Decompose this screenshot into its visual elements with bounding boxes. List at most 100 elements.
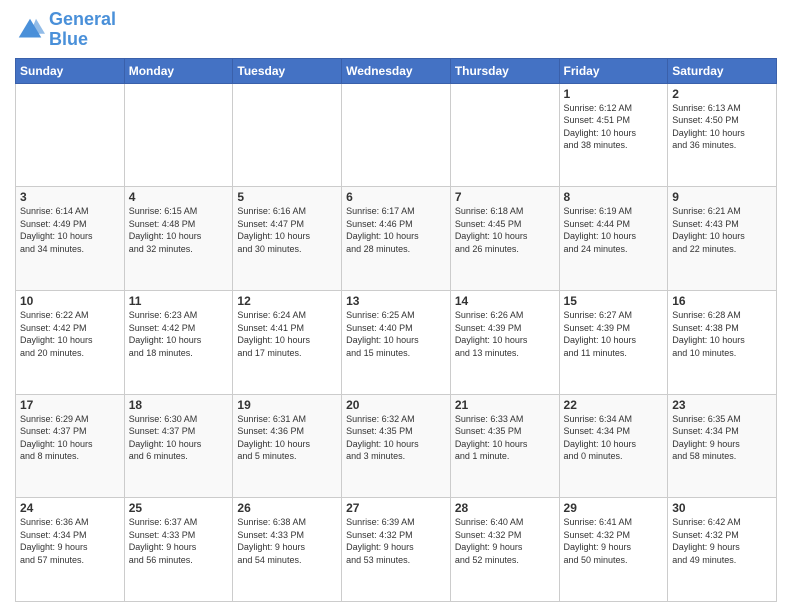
calendar-cell (124, 83, 233, 187)
day-number: 15 (564, 294, 664, 308)
day-number: 22 (564, 398, 664, 412)
day-number: 5 (237, 190, 337, 204)
day-info: Sunrise: 6:38 AM Sunset: 4:33 PM Dayligh… (237, 516, 337, 566)
calendar-cell: 14Sunrise: 6:26 AM Sunset: 4:39 PM Dayli… (450, 290, 559, 394)
day-number: 23 (672, 398, 772, 412)
day-number: 11 (129, 294, 229, 308)
day-number: 27 (346, 501, 446, 515)
day-info: Sunrise: 6:30 AM Sunset: 4:37 PM Dayligh… (129, 413, 229, 463)
day-number: 6 (346, 190, 446, 204)
calendar-cell: 1Sunrise: 6:12 AM Sunset: 4:51 PM Daylig… (559, 83, 668, 187)
day-info: Sunrise: 6:42 AM Sunset: 4:32 PM Dayligh… (672, 516, 772, 566)
page: General Blue SundayMondayTuesdayWednesda… (0, 0, 792, 612)
calendar-cell: 7Sunrise: 6:18 AM Sunset: 4:45 PM Daylig… (450, 187, 559, 291)
calendar-cell: 22Sunrise: 6:34 AM Sunset: 4:34 PM Dayli… (559, 394, 668, 498)
day-info: Sunrise: 6:26 AM Sunset: 4:39 PM Dayligh… (455, 309, 555, 359)
day-info: Sunrise: 6:21 AM Sunset: 4:43 PM Dayligh… (672, 205, 772, 255)
calendar-cell: 27Sunrise: 6:39 AM Sunset: 4:32 PM Dayli… (342, 498, 451, 602)
weekday-header-thursday: Thursday (450, 58, 559, 83)
header: General Blue (15, 10, 777, 50)
day-info: Sunrise: 6:17 AM Sunset: 4:46 PM Dayligh… (346, 205, 446, 255)
day-number: 24 (20, 501, 120, 515)
day-number: 20 (346, 398, 446, 412)
day-info: Sunrise: 6:18 AM Sunset: 4:45 PM Dayligh… (455, 205, 555, 255)
day-info: Sunrise: 6:34 AM Sunset: 4:34 PM Dayligh… (564, 413, 664, 463)
day-info: Sunrise: 6:12 AM Sunset: 4:51 PM Dayligh… (564, 102, 664, 152)
day-number: 18 (129, 398, 229, 412)
day-number: 8 (564, 190, 664, 204)
weekday-header-tuesday: Tuesday (233, 58, 342, 83)
calendar-cell: 29Sunrise: 6:41 AM Sunset: 4:32 PM Dayli… (559, 498, 668, 602)
calendar-cell: 15Sunrise: 6:27 AM Sunset: 4:39 PM Dayli… (559, 290, 668, 394)
day-number: 17 (20, 398, 120, 412)
calendar-week-5: 24Sunrise: 6:36 AM Sunset: 4:34 PM Dayli… (16, 498, 777, 602)
calendar-week-2: 3Sunrise: 6:14 AM Sunset: 4:49 PM Daylig… (16, 187, 777, 291)
day-info: Sunrise: 6:40 AM Sunset: 4:32 PM Dayligh… (455, 516, 555, 566)
calendar-cell (16, 83, 125, 187)
day-info: Sunrise: 6:39 AM Sunset: 4:32 PM Dayligh… (346, 516, 446, 566)
day-number: 1 (564, 87, 664, 101)
calendar-header-row: SundayMondayTuesdayWednesdayThursdayFrid… (16, 58, 777, 83)
day-number: 30 (672, 501, 772, 515)
calendar-cell: 11Sunrise: 6:23 AM Sunset: 4:42 PM Dayli… (124, 290, 233, 394)
weekday-header-sunday: Sunday (16, 58, 125, 83)
day-number: 3 (20, 190, 120, 204)
day-info: Sunrise: 6:31 AM Sunset: 4:36 PM Dayligh… (237, 413, 337, 463)
day-info: Sunrise: 6:25 AM Sunset: 4:40 PM Dayligh… (346, 309, 446, 359)
calendar-week-4: 17Sunrise: 6:29 AM Sunset: 4:37 PM Dayli… (16, 394, 777, 498)
calendar-cell: 8Sunrise: 6:19 AM Sunset: 4:44 PM Daylig… (559, 187, 668, 291)
day-info: Sunrise: 6:23 AM Sunset: 4:42 PM Dayligh… (129, 309, 229, 359)
day-number: 21 (455, 398, 555, 412)
day-number: 16 (672, 294, 772, 308)
calendar-cell: 20Sunrise: 6:32 AM Sunset: 4:35 PM Dayli… (342, 394, 451, 498)
day-info: Sunrise: 6:24 AM Sunset: 4:41 PM Dayligh… (237, 309, 337, 359)
day-info: Sunrise: 6:14 AM Sunset: 4:49 PM Dayligh… (20, 205, 120, 255)
calendar-cell: 2Sunrise: 6:13 AM Sunset: 4:50 PM Daylig… (668, 83, 777, 187)
day-info: Sunrise: 6:27 AM Sunset: 4:39 PM Dayligh… (564, 309, 664, 359)
weekday-header-saturday: Saturday (668, 58, 777, 83)
day-info: Sunrise: 6:22 AM Sunset: 4:42 PM Dayligh… (20, 309, 120, 359)
calendar-cell: 26Sunrise: 6:38 AM Sunset: 4:33 PM Dayli… (233, 498, 342, 602)
day-info: Sunrise: 6:35 AM Sunset: 4:34 PM Dayligh… (672, 413, 772, 463)
calendar-week-1: 1Sunrise: 6:12 AM Sunset: 4:51 PM Daylig… (16, 83, 777, 187)
day-number: 7 (455, 190, 555, 204)
calendar-cell (342, 83, 451, 187)
calendar-cell: 30Sunrise: 6:42 AM Sunset: 4:32 PM Dayli… (668, 498, 777, 602)
calendar-cell: 21Sunrise: 6:33 AM Sunset: 4:35 PM Dayli… (450, 394, 559, 498)
calendar-cell: 17Sunrise: 6:29 AM Sunset: 4:37 PM Dayli… (16, 394, 125, 498)
logo-text: General Blue (49, 10, 116, 50)
day-number: 12 (237, 294, 337, 308)
calendar-cell: 28Sunrise: 6:40 AM Sunset: 4:32 PM Dayli… (450, 498, 559, 602)
day-number: 4 (129, 190, 229, 204)
calendar-cell: 9Sunrise: 6:21 AM Sunset: 4:43 PM Daylig… (668, 187, 777, 291)
calendar-cell: 5Sunrise: 6:16 AM Sunset: 4:47 PM Daylig… (233, 187, 342, 291)
calendar-cell: 19Sunrise: 6:31 AM Sunset: 4:36 PM Dayli… (233, 394, 342, 498)
day-info: Sunrise: 6:28 AM Sunset: 4:38 PM Dayligh… (672, 309, 772, 359)
day-number: 19 (237, 398, 337, 412)
calendar-cell: 4Sunrise: 6:15 AM Sunset: 4:48 PM Daylig… (124, 187, 233, 291)
day-info: Sunrise: 6:33 AM Sunset: 4:35 PM Dayligh… (455, 413, 555, 463)
day-info: Sunrise: 6:32 AM Sunset: 4:35 PM Dayligh… (346, 413, 446, 463)
day-number: 9 (672, 190, 772, 204)
day-info: Sunrise: 6:19 AM Sunset: 4:44 PM Dayligh… (564, 205, 664, 255)
day-info: Sunrise: 6:13 AM Sunset: 4:50 PM Dayligh… (672, 102, 772, 152)
calendar-cell: 25Sunrise: 6:37 AM Sunset: 4:33 PM Dayli… (124, 498, 233, 602)
calendar-cell (233, 83, 342, 187)
day-info: Sunrise: 6:29 AM Sunset: 4:37 PM Dayligh… (20, 413, 120, 463)
day-number: 13 (346, 294, 446, 308)
day-info: Sunrise: 6:36 AM Sunset: 4:34 PM Dayligh… (20, 516, 120, 566)
day-number: 14 (455, 294, 555, 308)
logo: General Blue (15, 10, 116, 50)
weekday-header-friday: Friday (559, 58, 668, 83)
calendar-week-3: 10Sunrise: 6:22 AM Sunset: 4:42 PM Dayli… (16, 290, 777, 394)
calendar-cell (450, 83, 559, 187)
day-number: 10 (20, 294, 120, 308)
calendar-table: SundayMondayTuesdayWednesdayThursdayFrid… (15, 58, 777, 602)
logo-icon (15, 15, 45, 45)
day-info: Sunrise: 6:41 AM Sunset: 4:32 PM Dayligh… (564, 516, 664, 566)
weekday-header-wednesday: Wednesday (342, 58, 451, 83)
calendar-cell: 16Sunrise: 6:28 AM Sunset: 4:38 PM Dayli… (668, 290, 777, 394)
calendar-cell: 18Sunrise: 6:30 AM Sunset: 4:37 PM Dayli… (124, 394, 233, 498)
day-number: 2 (672, 87, 772, 101)
calendar-cell: 3Sunrise: 6:14 AM Sunset: 4:49 PM Daylig… (16, 187, 125, 291)
